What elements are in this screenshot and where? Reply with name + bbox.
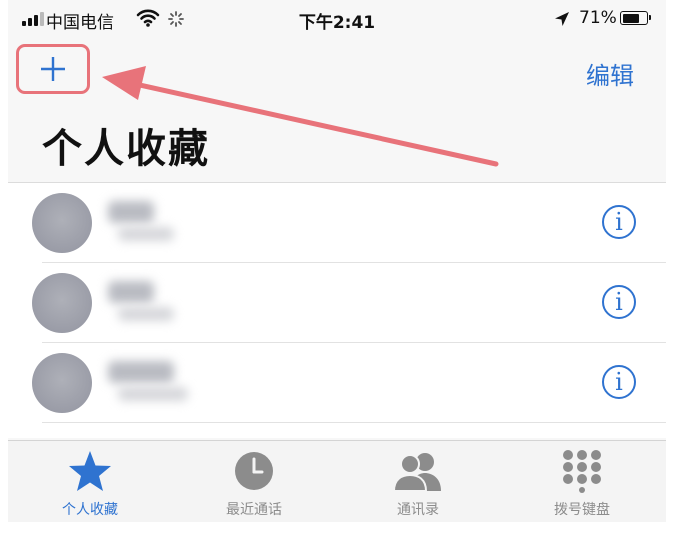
- tab-contacts[interactable]: 通讯录: [336, 441, 500, 522]
- tab-bar: 个人收藏 最近通话 通讯录 拨号键盘: [8, 440, 666, 522]
- clock-icon: [235, 452, 273, 490]
- battery-fill: [622, 13, 639, 23]
- tab-label: 拨号键盘: [554, 502, 610, 518]
- tab-label: 最近通话: [226, 502, 282, 518]
- list-item[interactable]: i: [8, 343, 666, 423]
- contact-name-blurred: [108, 281, 154, 303]
- contact-subtitle-blurred: [118, 227, 174, 241]
- location-arrow-icon: [555, 12, 569, 26]
- avatar: [32, 273, 92, 333]
- info-icon[interactable]: i: [602, 285, 636, 319]
- tab-label: 通讯录: [397, 502, 439, 518]
- contact-subtitle-blurred: [118, 307, 174, 321]
- avatar: [32, 193, 92, 253]
- battery-icon: [620, 11, 651, 25]
- contact-subtitle-blurred: [118, 387, 188, 401]
- status-bar: 中国电信 下午2:41 71%: [8, 0, 666, 38]
- contacts-icon: [392, 453, 441, 491]
- star-icon: [69, 451, 111, 491]
- page-title: 个人收藏: [42, 126, 210, 172]
- favorites-list: i i i: [8, 182, 666, 438]
- info-icon[interactable]: i: [602, 365, 636, 399]
- plus-icon: [41, 57, 65, 81]
- keypad-icon: [563, 450, 601, 493]
- contact-name-blurred: [108, 201, 154, 223]
- avatar: [32, 353, 92, 413]
- row-divider: [42, 422, 666, 423]
- tab-recents[interactable]: 最近通话: [172, 441, 336, 522]
- info-icon[interactable]: i: [602, 205, 636, 239]
- contact-name-blurred: [108, 361, 174, 383]
- list-item[interactable]: i: [8, 263, 666, 343]
- battery-percent: 71%: [579, 8, 617, 28]
- edit-button[interactable]: 编辑: [586, 56, 634, 91]
- tab-label: 个人收藏: [62, 502, 118, 518]
- tab-favorites[interactable]: 个人收藏: [8, 441, 172, 522]
- phone-screen: 中国电信 下午2:41 71% 编辑 个人收藏 i i i 个人收藏 最近通话 …: [8, 0, 666, 522]
- add-favorite-button[interactable]: [16, 44, 90, 94]
- tab-keypad[interactable]: 拨号键盘: [500, 441, 664, 522]
- list-item[interactable]: i: [8, 183, 666, 263]
